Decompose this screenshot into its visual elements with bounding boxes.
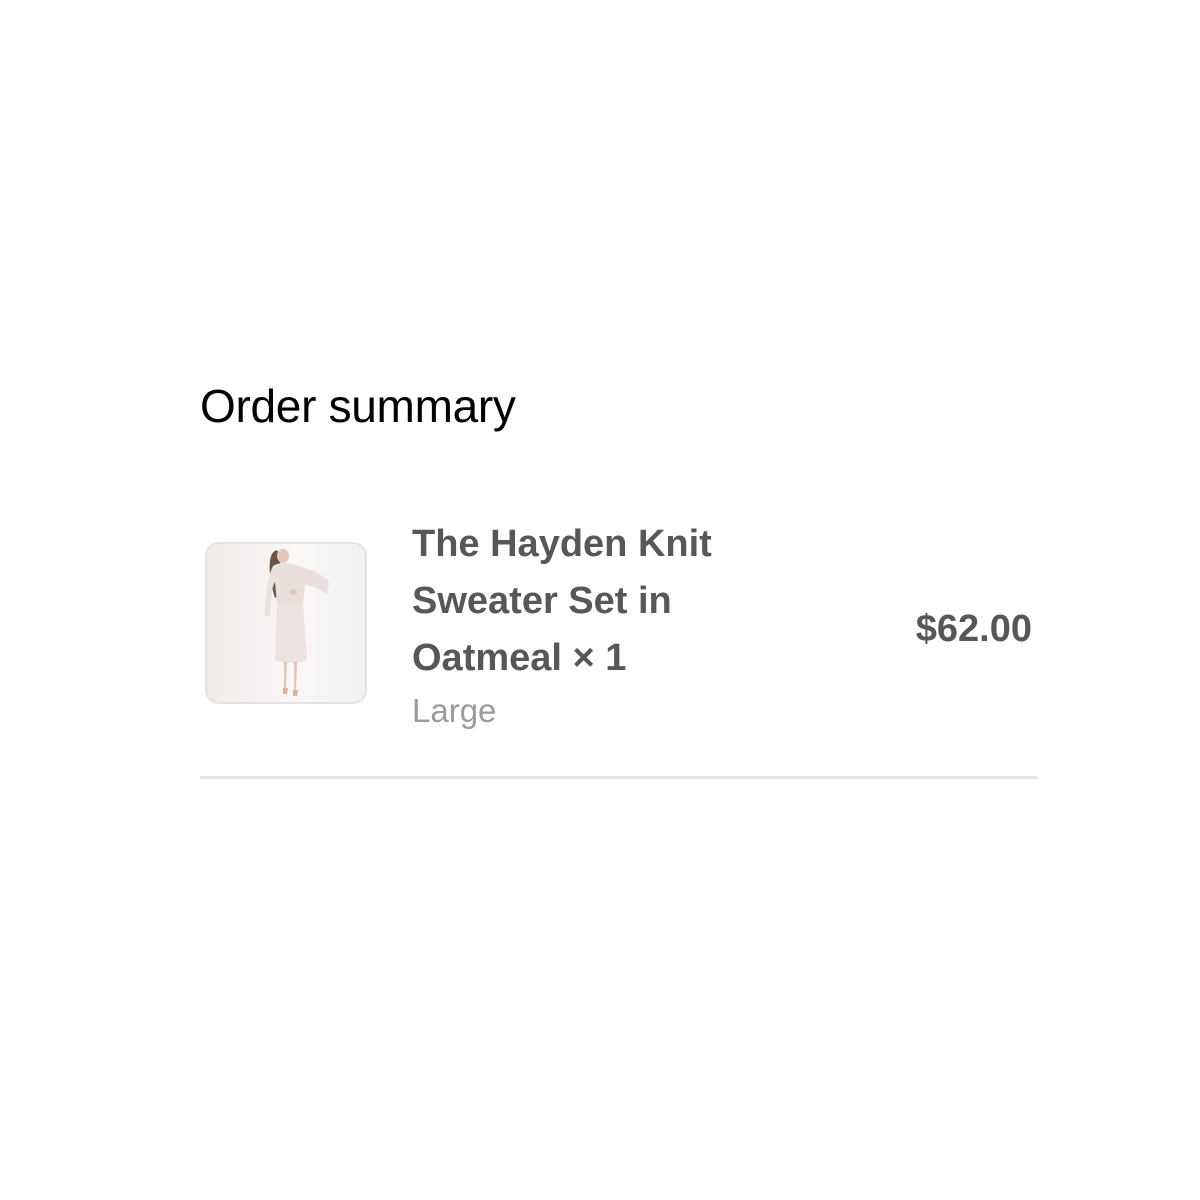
- divider: [200, 776, 1038, 779]
- product-thumbnail: [205, 542, 367, 704]
- product-price: $62.00: [915, 608, 1032, 650]
- line-item: The Hayden Knit Sweater Set in Oatmeal ×…: [200, 516, 1038, 746]
- product-name: The Hayden Knit Sweater Set in Oatmeal ×…: [412, 523, 712, 679]
- product-variant: Large: [412, 692, 497, 729]
- order-summary: Order summary The Hayden Knit Sweater Se…: [200, 374, 1038, 779]
- order-summary-title: Order summary: [200, 380, 516, 432]
- product-photo-icon: [207, 544, 365, 702]
